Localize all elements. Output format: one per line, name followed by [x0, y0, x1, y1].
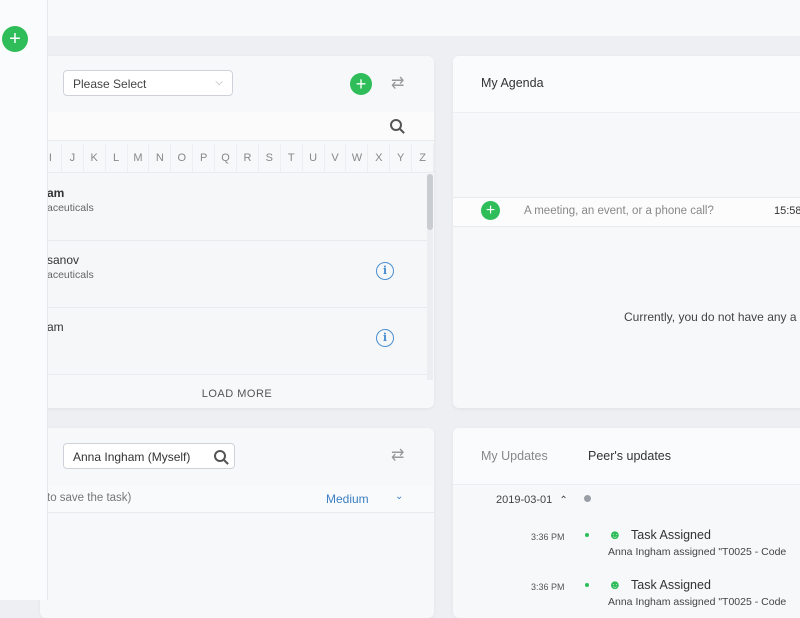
letter-filter-p[interactable]: P [193, 144, 216, 172]
letter-filter-n[interactable]: N [149, 144, 172, 172]
select-value: Please Select [73, 77, 147, 91]
priority-select[interactable]: Medium [326, 492, 369, 506]
letter-filter-k[interactable]: K [84, 144, 106, 172]
info-icon[interactable]: i [376, 262, 394, 280]
letter-filter-z[interactable]: Z [412, 144, 434, 172]
update-title: Task Assigned [631, 528, 711, 542]
info-icon[interactable]: i [376, 329, 394, 347]
new-agenda-item[interactable]: + A meeting, an event, or a phone call? … [453, 197, 800, 227]
agenda-title: My Agenda [481, 76, 544, 90]
letter-filter-v[interactable]: V [325, 144, 347, 172]
contact-name: am [47, 320, 64, 334]
tab-peers-updates[interactable]: Peer's updates [588, 449, 671, 463]
contact-company: aceuticals [47, 269, 94, 281]
chevron-up-icon: ⌃ [559, 495, 568, 506]
assignee-value: Anna Ingham (Myself) [73, 450, 191, 464]
add-contact-button[interactable]: + [350, 73, 372, 95]
letter-filter-y[interactable]: Y [390, 144, 413, 172]
contact-row[interactable]: am i [40, 308, 427, 375]
search-icon[interactable] [214, 450, 226, 462]
letter-filter-u[interactable]: U [303, 144, 325, 172]
contact-name: sanov [47, 253, 80, 267]
chevron-down-icon[interactable]: ⌄ [395, 491, 403, 502]
user-check-icon: ☻ [608, 527, 622, 542]
refresh-icon[interactable]: ⇄ [391, 445, 404, 465]
search-icon[interactable] [390, 119, 402, 131]
updates-panel: My Updates Peer's updates 2019-03-01 ⌃ 3… [453, 428, 800, 618]
contacts-panel: Please Select ⌵ + ⇄ IJKLMNOPQRSTUVWXYZ a… [40, 56, 434, 408]
load-more-button[interactable]: LOAD MORE [40, 380, 434, 408]
agenda-input-placeholder[interactable]: A meeting, an event, or a phone call? [524, 205, 714, 217]
agenda-header: My Agenda [453, 56, 800, 113]
alphabet-filter: IJKLMNOPQRSTUVWXYZ [40, 144, 434, 173]
letter-filter-x[interactable]: X [368, 144, 391, 172]
timeline-dot [585, 583, 589, 587]
update-time: 3:36 PM [531, 582, 565, 592]
letter-filter-r[interactable]: R [237, 144, 259, 172]
add-icon[interactable]: + [2, 26, 28, 52]
contact-list-scrollbar[interactable] [427, 174, 433, 380]
update-description: Anna Ingham assigned "T0025 - Code [608, 546, 787, 558]
contact-filter-select[interactable]: Please Select ⌵ [63, 70, 233, 96]
contact-row[interactable]: sanov aceuticals i [40, 241, 427, 308]
update-date: 2019-03-01 [496, 494, 553, 506]
contact-company: aceuticals [47, 202, 94, 214]
letter-filter-s[interactable]: S [259, 144, 281, 172]
letter-filter-t[interactable]: T [281, 144, 303, 172]
timeline-dot [584, 495, 591, 502]
top-bar [0, 0, 800, 36]
contact-row[interactable]: am aceuticals [40, 174, 427, 241]
agenda-panel: My Agenda + A meeting, an event, or a ph… [453, 56, 800, 408]
update-description: Anna Ingham assigned "T0025 - Code [608, 596, 787, 608]
task-panel: Anna Ingham (Myself) ⇄ to save the task)… [40, 428, 434, 618]
letter-filter-o[interactable]: O [171, 144, 194, 172]
letter-filter-m[interactable]: M [128, 144, 150, 172]
timeline-dot [585, 533, 589, 537]
task-input-hint: to save the task) [47, 492, 132, 504]
update-title: Task Assigned [631, 578, 711, 592]
letter-filter-j[interactable]: J [62, 144, 84, 172]
tab-my-updates[interactable]: My Updates [481, 449, 548, 463]
agenda-time[interactable]: 15:58 [774, 205, 800, 217]
contact-search-bar[interactable] [40, 112, 434, 141]
updates-tabs: My Updates Peer's updates [453, 428, 800, 485]
user-check-icon: ☻ [608, 577, 622, 592]
refresh-icon[interactable]: ⇄ [391, 73, 404, 93]
chevron-down-icon: ⌵ [215, 77, 223, 88]
sidebar: + [0, 0, 48, 600]
letter-filter-w[interactable]: W [346, 144, 369, 172]
scrollbar-thumb[interactable] [427, 174, 433, 230]
letter-filter-q[interactable]: Q [215, 144, 238, 172]
contact-name: am [47, 186, 65, 200]
update-time: 3:36 PM [531, 532, 565, 542]
agenda-empty-message: Currently, you do not have any a [624, 310, 797, 324]
letter-filter-l[interactable]: L [106, 144, 128, 172]
assignee-field[interactable]: Anna Ingham (Myself) [63, 443, 235, 469]
date-group-toggle[interactable]: 2019-03-01 ⌃ [496, 494, 568, 506]
add-agenda-button[interactable]: + [481, 201, 500, 220]
task-input-row[interactable]: to save the task) Medium ⌄ [40, 486, 434, 513]
